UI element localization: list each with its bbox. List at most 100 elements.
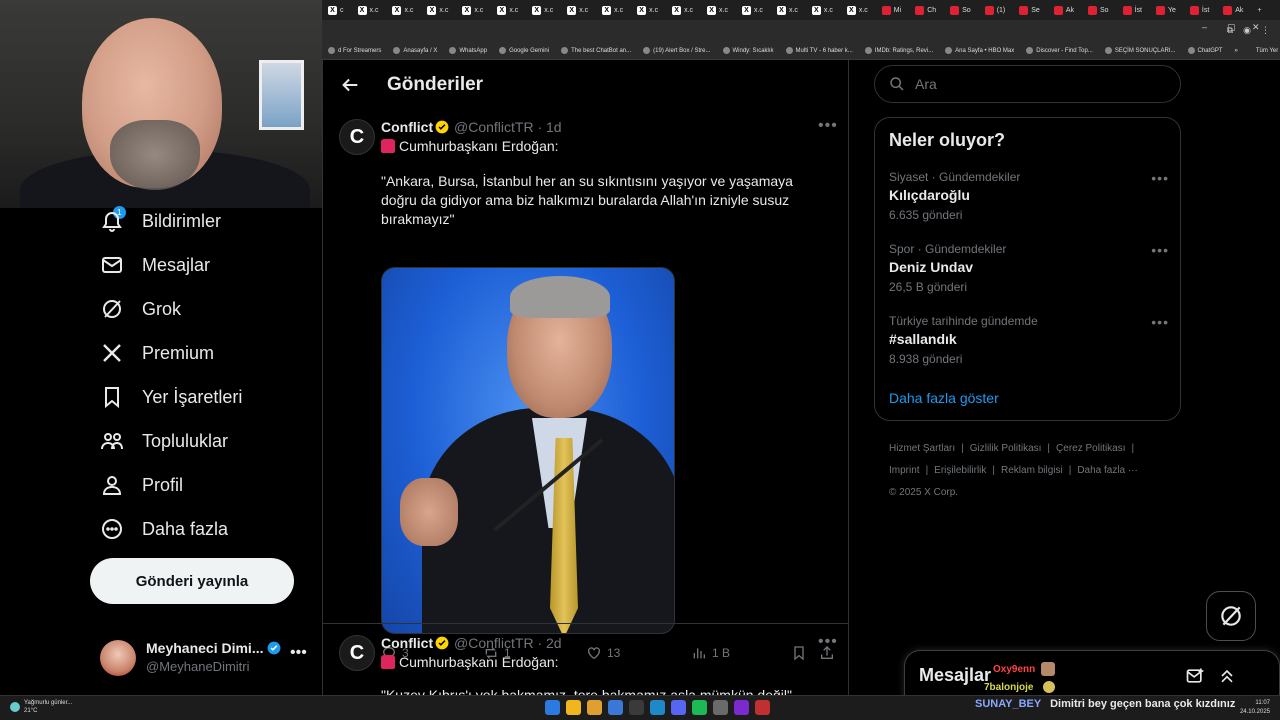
sidebar-item-communities[interactable]: Topluluklar	[100, 423, 228, 459]
close-icon[interactable]: ✕	[1252, 22, 1260, 33]
browser-tab[interactable]: Xx.c	[771, 0, 806, 20]
footer-link[interactable]: © 2025 X Corp.	[889, 487, 958, 498]
trend-more-icon[interactable]: •••	[1151, 314, 1169, 330]
browser-tab[interactable]: Se	[1013, 0, 1048, 20]
more-bookmarks-button[interactable]: »	[1229, 48, 1244, 54]
account-more-icon[interactable]: •••	[290, 644, 307, 662]
app-icon[interactable]	[608, 700, 623, 715]
sidebar-item-profile[interactable]: Profil	[100, 467, 183, 503]
browser-tab[interactable]: So	[944, 0, 979, 20]
tweet-author-name[interactable]: Conflict	[381, 635, 433, 651]
bookmark-item[interactable]: Windy: Sıcaklık	[717, 47, 780, 54]
weather-widget[interactable]: Yağmurlu günler... 21°C	[10, 699, 72, 715]
minimize-icon[interactable]: –	[1202, 22, 1207, 32]
tweet-avatar[interactable]: C	[339, 119, 375, 155]
grok-button[interactable]	[1206, 591, 1256, 641]
browser-tab[interactable]: Xx.c	[841, 0, 876, 20]
browser-tab[interactable]: Mi	[876, 0, 909, 20]
browser-tab[interactable]: Xx.c	[561, 0, 596, 20]
browser-tab[interactable]: Ak	[1217, 0, 1251, 20]
bookmark-item[interactable]: Ana Sayfa • HBO Max	[939, 47, 1020, 54]
browser-tab[interactable]: Xx.c	[386, 0, 421, 20]
browser-tab[interactable]: Xx.c	[666, 0, 701, 20]
app-icon[interactable]	[713, 700, 728, 715]
browser-tab[interactable]: Xx.c	[352, 0, 387, 20]
bookmark-item[interactable]: Google Gemini	[493, 47, 555, 54]
browser-tab[interactable]: Ak	[1048, 0, 1082, 20]
new-message-icon[interactable]	[1185, 666, 1205, 686]
tweet-author-handle[interactable]: @ConflictTR · 1d	[454, 119, 562, 135]
windows-start-icon[interactable]	[545, 700, 560, 715]
sidebar-item-bookmarks[interactable]: Yer İşaretleri	[100, 379, 242, 415]
sidebar-item-grok[interactable]: Grok	[100, 291, 181, 327]
steam-icon[interactable]	[650, 700, 665, 715]
trend-more-icon[interactable]: •••	[1151, 242, 1169, 258]
browser-tab[interactable]: Xx.c	[736, 0, 771, 20]
footer-link[interactable]: Daha fazla ···	[1077, 465, 1138, 476]
footer-link[interactable]: Hizmet Şartları	[889, 443, 955, 454]
show-more-link[interactable]: Daha fazla göster	[889, 390, 999, 406]
discord-icon[interactable]	[671, 700, 686, 715]
bookmark-item[interactable]: (19) Alert Box / Stre...	[637, 47, 716, 54]
search-input[interactable]: Ara	[874, 65, 1181, 103]
expand-up-icon[interactable]	[1217, 666, 1237, 686]
footer-link[interactable]: Reklam bilgisi	[1001, 465, 1063, 476]
system-clock[interactable]: 11:07 24.10.2025	[1240, 699, 1270, 717]
tweet[interactable]: C Conflict @ConflictTR · 2d ••• Cumhurba…	[323, 626, 848, 695]
chrome-icon[interactable]	[566, 700, 581, 715]
browser-tab[interactable]: İst	[1184, 0, 1217, 20]
browser-tab[interactable]: Xx.c	[456, 0, 491, 20]
new-tab-button[interactable]: +	[1251, 0, 1269, 20]
profile-icon[interactable]: ◉	[1243, 25, 1251, 36]
post-button[interactable]: Gönderi yayınla	[90, 558, 294, 604]
tweet-author-name[interactable]: Conflict	[381, 119, 433, 135]
bookmark-item[interactable]: WhatsApp	[443, 47, 493, 54]
tweet[interactable]: C Conflict @ConflictTR · 1d ••• Cumhurba…	[323, 110, 848, 673]
trend-item[interactable]: Türkiye tarihinde gündemde #sallandık 8.…	[889, 314, 1169, 366]
trend-item[interactable]: Siyaset · Gündemdekiler Kılıçdaroğlu 6.6…	[889, 170, 1169, 222]
bookmark-item[interactable]: The best ChatBot an...	[555, 47, 637, 54]
footer-link[interactable]: Çerez Politikası	[1056, 443, 1125, 454]
account-switcher[interactable]: Meyhaneci Dimi... @MeyhaneDimitri •••	[100, 636, 310, 680]
tweet-author-handle[interactable]: @ConflictTR · 2d	[454, 635, 562, 651]
menu-icon[interactable]: ⋮	[1261, 25, 1270, 36]
browser-tab[interactable]: Xx.c	[421, 0, 456, 20]
maximize-icon[interactable]: ▢	[1227, 22, 1236, 33]
browser-tab[interactable]: Xc	[322, 0, 352, 20]
browser-tab[interactable]: Xx.c	[701, 0, 736, 20]
footer-link[interactable]: Erişilebilirlik	[934, 465, 986, 476]
bookmark-item[interactable]: d For Streamers	[322, 47, 387, 54]
browser-tab[interactable]: So	[1082, 0, 1117, 20]
app-icon[interactable]	[734, 700, 749, 715]
browser-tab[interactable]: Ch	[909, 0, 944, 20]
browser-tab[interactable]: Xx.c	[491, 0, 526, 20]
sidebar-item-more[interactable]: Daha fazla	[100, 511, 228, 547]
tweet-photo[interactable]	[381, 267, 675, 634]
bookmark-item[interactable]: Anasayfa / X	[387, 47, 443, 54]
tweet-more-icon[interactable]: •••	[818, 633, 838, 651]
browser-tab[interactable]: Xx.c	[806, 0, 841, 20]
bookmark-item[interactable]: SEÇİM SONUÇLARI...	[1099, 47, 1182, 54]
sidebar-item-messages[interactable]: Mesajlar	[100, 247, 210, 283]
sidebar-item-premium[interactable]: Premium	[100, 335, 214, 371]
explorer-icon[interactable]	[587, 700, 602, 715]
browser-tab[interactable]: Xx.c	[596, 0, 631, 20]
app-icon[interactable]	[629, 700, 644, 715]
app-icon[interactable]	[755, 700, 770, 715]
browser-tab[interactable]: İst	[1117, 0, 1150, 20]
bookmark-item[interactable]: IMDb: Ratings, Revi...	[859, 47, 939, 54]
bookmark-item[interactable]: Multi TV - 6 haber k...	[780, 47, 859, 54]
browser-tab[interactable]: Ye	[1150, 0, 1184, 20]
browser-tab[interactable]: Xx.c	[631, 0, 666, 20]
back-arrow-icon[interactable]	[339, 74, 361, 96]
footer-link[interactable]: Gizlilik Politikası	[970, 443, 1042, 454]
browser-tab[interactable]: Xx.c	[526, 0, 561, 20]
tweet-more-icon[interactable]: •••	[818, 117, 838, 135]
trend-more-icon[interactable]: •••	[1151, 170, 1169, 186]
tweet-avatar[interactable]: C	[339, 635, 375, 671]
all-bookmarks-folder[interactable]: Tüm Yer İşaretleri	[1250, 48, 1280, 54]
bookmark-item[interactable]: ChatGPT	[1182, 47, 1229, 54]
bookmark-item[interactable]: Discover - Find Top...	[1020, 47, 1099, 54]
trend-item[interactable]: Spor · Gündemdekiler Deniz Undav 26,5 B …	[889, 242, 1169, 294]
sidebar-item-notifications[interactable]: Bildirimler	[100, 203, 221, 239]
